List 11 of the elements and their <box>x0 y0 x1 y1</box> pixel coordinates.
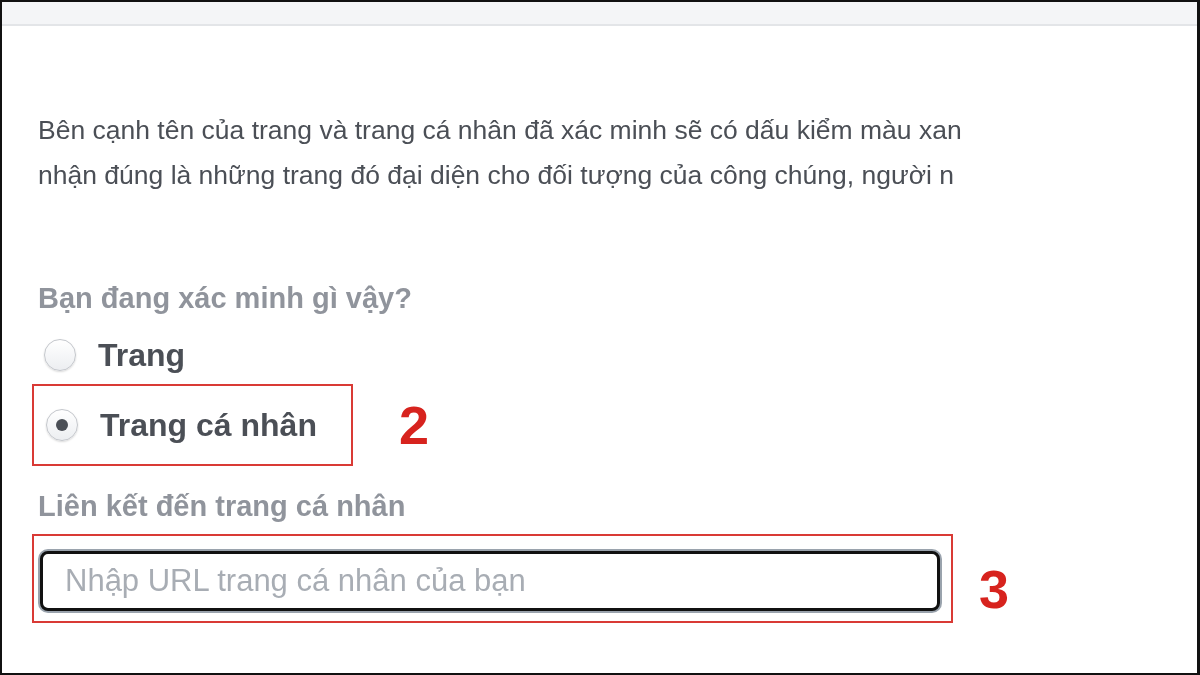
intro-text: nhận đúng là những trang đó đại diện cho đối tượng của công chúng, người n <box>38 159 956 192</box>
url-input-field[interactable]: Nhập URL trang cá nhân của bạn <box>40 551 940 611</box>
option-label: Trang cá nhân <box>100 406 317 444</box>
annotation-number: 2 <box>398 394 429 456</box>
radio-button[interactable] <box>46 409 78 441</box>
option-label: Trang <box>98 336 186 374</box>
annotation-number: 3 <box>979 557 1010 620</box>
radio-button[interactable] <box>44 339 76 371</box>
question-heading: Bạn đang xác minh gì vậy? <box>38 281 413 316</box>
field-label: Liên kết đến trang cá nhân <box>38 489 407 524</box>
intro-text: Bên cạnh tên của trang và trang cá nhân đã xác minh sẽ có dấu kiểm màu xan <box>38 114 963 147</box>
